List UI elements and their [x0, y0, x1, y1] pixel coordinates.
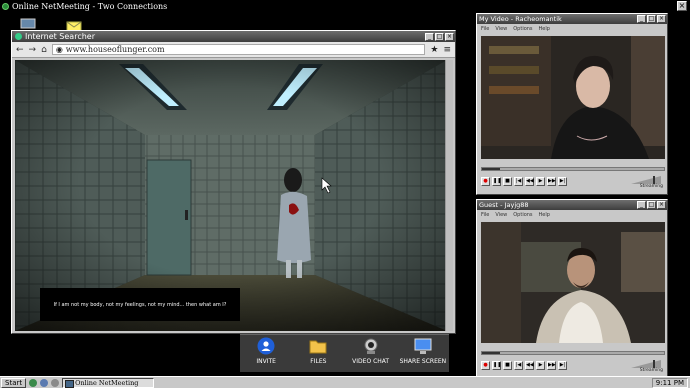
invite-button[interactable]: INVITE [242, 337, 290, 365]
browser-window: Internet Searcher _ □ × ← → ⌂ ◉ www.hous… [11, 30, 456, 334]
quick-launch-network-icon[interactable] [40, 378, 49, 387]
start-button[interactable]: |◀ [514, 360, 523, 370]
forward-arrow-icon[interactable]: → [29, 45, 37, 55]
taskbar-item-netmeeting[interactable]: Online NetMeeting [62, 377, 155, 388]
my-video-feed [481, 36, 665, 159]
play-button[interactable]: ▶ [536, 176, 545, 186]
browser-title: Internet Searcher [25, 32, 96, 41]
close-button[interactable]: × [657, 201, 666, 209]
app-title-bar: Online NetMeeting - Two Connections × [0, 0, 690, 12]
guest-video-title: Guest - Jayjg88 [479, 201, 529, 209]
minimize-button[interactable]: _ [425, 32, 434, 41]
maximize-button[interactable]: □ [435, 32, 444, 41]
app-title: Online NetMeeting - Two Connections [12, 1, 168, 11]
menu-options[interactable]: Options [513, 26, 532, 32]
menu-help[interactable]: Help [539, 212, 550, 218]
menu-view[interactable]: View [495, 212, 507, 218]
start-button[interactable]: |◀ [514, 176, 523, 186]
quick-launch-settings-icon[interactable] [51, 378, 60, 387]
webcam-icon [362, 337, 380, 355]
pause-button[interactable]: ❚❚ [492, 176, 501, 186]
my-video-title: My Video - Racheomantik [479, 15, 562, 23]
guest-video-window: Guest - Jayjg88 _ □ × File View Options … [476, 199, 668, 379]
volume-slider[interactable] [631, 176, 661, 184]
web-page-viewport: If I am not my body, not my feelings, no… [15, 60, 447, 331]
files-folder-icon [309, 337, 327, 355]
home-icon[interactable]: ⌂ [41, 45, 47, 55]
desktop: Online NetMeeting - Two Connections × In… [0, 0, 690, 388]
volume-slider[interactable] [631, 360, 661, 368]
guest-video-title-bar: Guest - Jayjg88 _ □ × [477, 200, 667, 210]
my-video-controls: ● ❚❚ ■ |◀ ◀◀ ▶ ▶▶ ▶| Streaming [481, 164, 665, 190]
invite-label: INVITE [256, 358, 276, 365]
quick-launch-browser-icon[interactable] [29, 378, 38, 387]
share-screen-label: SHARE SCREEN [399, 358, 447, 365]
taskbar: Start Online NetMeeting 9:11 PM [0, 376, 690, 388]
rewind-button[interactable]: ◀◀ [525, 360, 534, 370]
menu-options[interactable]: Options [513, 212, 532, 218]
record-button[interactable]: ● [481, 360, 490, 370]
my-video-window: My Video - Racheomantik _ □ × File View … [476, 13, 668, 195]
app-panel: INVITE FILES VIDEO CHAT SHARE SCREEN [240, 334, 449, 372]
menu-icon[interactable]: ≡ [443, 45, 451, 55]
my-video-title-bar: My Video - Racheomantik _ □ × [477, 14, 667, 24]
menu-file[interactable]: File [481, 212, 489, 218]
globe-icon: ◉ [55, 45, 63, 54]
scrollbar[interactable] [445, 60, 453, 331]
streaming-status: Streaming [639, 184, 663, 189]
streaming-status: Streaming [639, 368, 663, 373]
rewind-button[interactable]: ◀◀ [525, 176, 534, 186]
address-bar: ← → ⌂ ◉ www.houseoflunger.com ★ ≡ [12, 42, 455, 58]
invite-icon [257, 337, 275, 355]
pause-button[interactable]: ❚❚ [492, 360, 501, 370]
close-button[interactable]: × [445, 32, 454, 41]
system-clock: 9:11 PM [651, 378, 688, 388]
end-button[interactable]: ▶| [558, 176, 567, 186]
forward-button[interactable]: ▶▶ [547, 176, 556, 186]
back-arrow-icon[interactable]: ← [16, 45, 24, 55]
share-screen-button[interactable]: SHARE SCREEN [399, 337, 447, 365]
close-button[interactable]: × [677, 1, 687, 11]
minimize-button[interactable]: _ [637, 201, 646, 209]
browser-title-bar: Internet Searcher _ □ × [12, 31, 455, 42]
maximize-button[interactable]: □ [647, 15, 656, 23]
url-text: www.houseoflunger.com [65, 45, 165, 54]
browser-icon [15, 33, 22, 40]
seek-bar[interactable] [481, 351, 665, 355]
stop-button[interactable]: ■ [503, 176, 512, 186]
subtitle-caption: If I am not my body, not my feelings, no… [40, 288, 240, 321]
end-button[interactable]: ▶| [558, 360, 567, 370]
bookmark-star-icon[interactable]: ★ [430, 45, 438, 55]
files-label: FILES [310, 358, 327, 365]
app-icon [2, 2, 9, 10]
url-field[interactable]: ◉ www.houseoflunger.com [51, 44, 426, 55]
close-button[interactable]: × [657, 15, 666, 23]
minimize-button[interactable]: _ [637, 15, 646, 23]
menu-help[interactable]: Help [539, 26, 550, 32]
guest-video-feed [481, 222, 665, 343]
monitor-icon [414, 337, 432, 355]
maximize-button[interactable]: □ [647, 201, 656, 209]
video-chat-label: VIDEO CHAT [352, 358, 390, 365]
computer-icon[interactable] [20, 18, 36, 30]
forward-button[interactable]: ▶▶ [547, 360, 556, 370]
my-video-menubar: File View Options Help [477, 24, 667, 33]
files-button[interactable]: FILES [294, 337, 342, 365]
menu-view[interactable]: View [495, 26, 507, 32]
seek-bar[interactable] [481, 167, 665, 171]
record-button[interactable]: ● [481, 176, 490, 186]
play-button[interactable]: ▶ [536, 360, 545, 370]
menu-file[interactable]: File [481, 26, 489, 32]
video-chat-button[interactable]: VIDEO CHAT [347, 337, 395, 365]
start-button[interactable]: Start [1, 377, 27, 388]
guest-video-controls: ● ❚❚ ■ |◀ ◀◀ ▶ ▶▶ ▶| Streaming [481, 348, 665, 374]
stop-button[interactable]: ■ [503, 360, 512, 370]
guest-video-menubar: File View Options Help [477, 210, 667, 219]
